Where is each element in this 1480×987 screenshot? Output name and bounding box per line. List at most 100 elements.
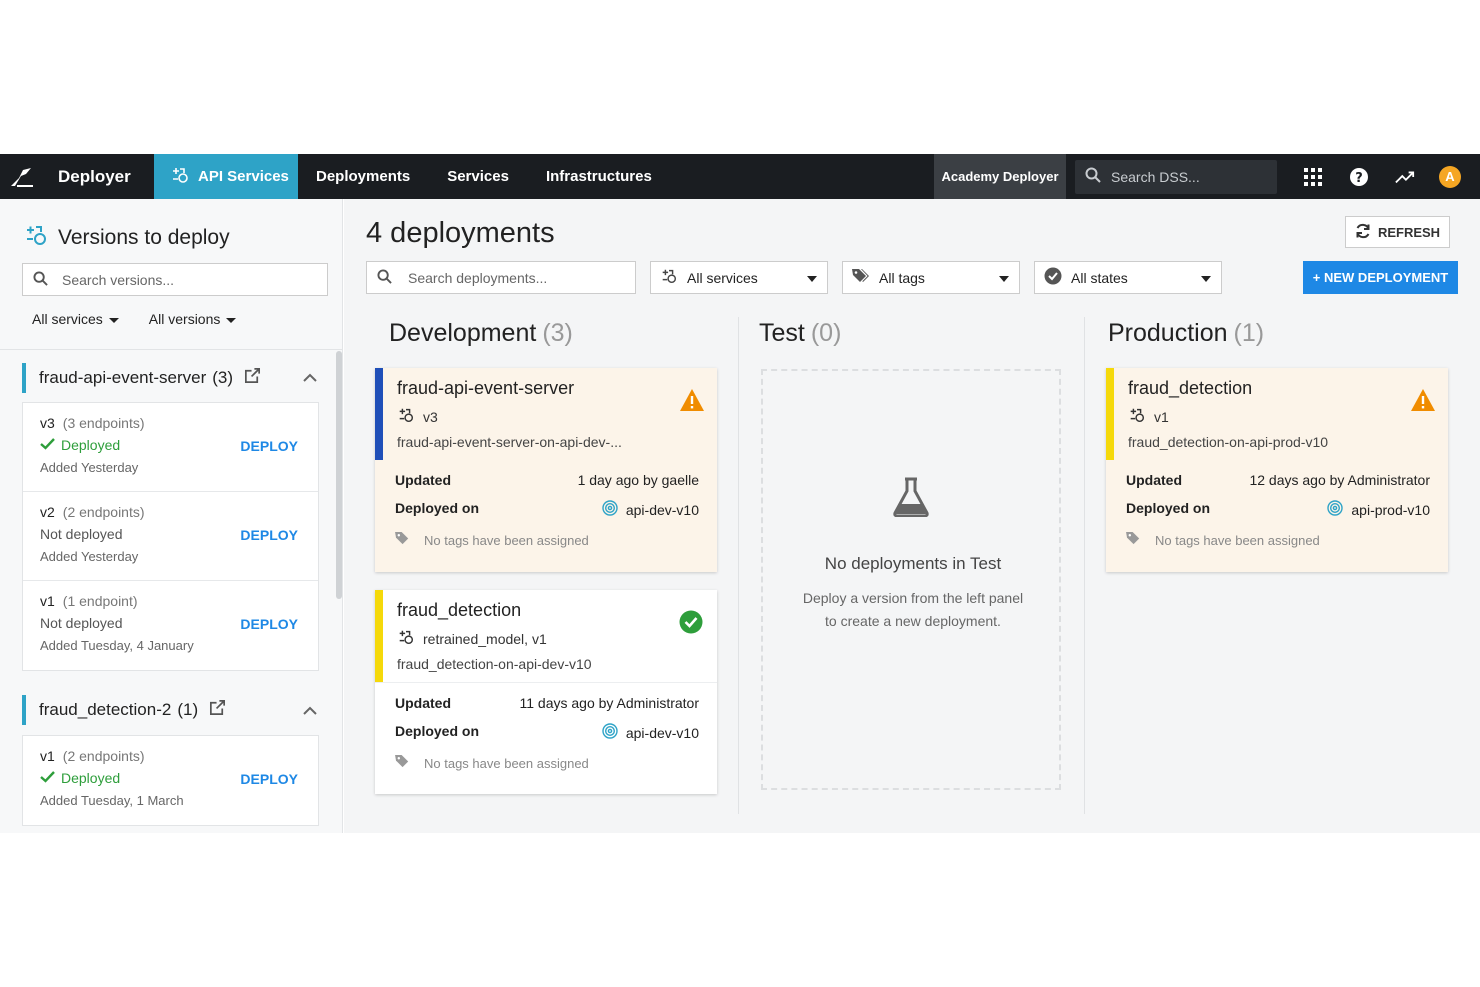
versions-panel-title: Versions to deploy — [24, 223, 230, 253]
search-versions-input[interactable]: Search versions... — [22, 263, 328, 296]
collapse-chevron-icon[interactable] — [303, 704, 317, 718]
versions-panel: Versions to deploy Search versions... Al… — [0, 199, 343, 833]
scrollbar[interactable] — [336, 351, 342, 599]
infrastructure-name[interactable]: api-dev-v10 — [626, 725, 699, 741]
check-circle-icon — [1044, 267, 1062, 288]
deploy-status: Not deployed — [40, 526, 123, 542]
version-item[interactable]: v2 (2 endpoints) Not deployed Added Yeste… — [23, 492, 318, 581]
endpoint-count: (3 endpoints) — [62, 415, 145, 431]
nav-services[interactable]: Services — [447, 168, 509, 185]
filter-all-services-dropdown[interactable]: All services — [32, 311, 119, 327]
deployment-name[interactable]: fraud_detection — [1128, 378, 1448, 399]
nav-infrastructures[interactable]: Infrastructures — [546, 168, 652, 185]
endpoint-count: (1 endpoint) — [62, 593, 138, 609]
search-deployments-input[interactable]: Search deployments... — [366, 261, 636, 294]
group-accent-bar — [22, 695, 26, 725]
deploy-status: Deployed — [61, 437, 121, 453]
service-version-count: (3) — [212, 368, 234, 387]
version-item[interactable]: v3 (3 endpoints) Deployed Added Yesterday… — [23, 403, 318, 492]
deploy-button[interactable]: DEPLOY — [240, 527, 298, 543]
deployment-name[interactable]: fraud_detection — [397, 600, 717, 621]
deployed-on-label: Deployed on — [1126, 500, 1211, 516]
external-link-icon[interactable] — [208, 698, 227, 722]
deployment-name[interactable]: fraud-api-event-server — [397, 378, 717, 399]
updated-label: Updated — [395, 472, 451, 488]
version-item[interactable]: v1 (2 endpoints) Deployed Added Tuesday, … — [23, 736, 318, 825]
service-group-header[interactable]: fraud_detection-2 (1) — [22, 695, 227, 725]
group-accent-bar — [22, 363, 26, 393]
deployment-id: fraud-api-event-server-on-api-dev-... — [397, 434, 622, 450]
deploy-button[interactable]: DEPLOY — [240, 438, 298, 454]
new-deployment-button[interactable]: + NEW DEPLOYMENT — [1303, 261, 1458, 294]
top-navbar: Deployer API Services Deployments Servic… — [0, 154, 1480, 199]
deployment-card[interactable]: fraud_detection v1 fraud_detection-on-ap… — [1106, 368, 1448, 572]
filter-tags-dropdown[interactable]: All tags — [842, 261, 1020, 294]
global-search[interactable]: Search DSS... — [1075, 159, 1277, 194]
apps-grid-icon[interactable] — [1303, 167, 1323, 187]
user-avatar[interactable]: A — [1439, 165, 1461, 188]
help-icon[interactable]: ? — [1349, 167, 1369, 187]
stage-stripe — [375, 590, 383, 682]
updated-label: Updated — [395, 695, 451, 711]
api-service-icon — [1128, 406, 1146, 427]
stage-stripe — [375, 368, 383, 460]
instance-name[interactable]: Academy Deployer — [934, 154, 1066, 199]
filter-states-dropdown[interactable]: All states — [1034, 261, 1222, 294]
api-service-icon — [397, 628, 415, 649]
column-divider — [1084, 317, 1085, 814]
infrastructure-name[interactable]: api-prod-v10 — [1351, 502, 1430, 518]
empty-subtitle-line: Deploy a version from the left panel — [802, 590, 1024, 606]
refresh-button[interactable]: REFRESH — [1345, 216, 1450, 248]
stage-count: (3) — [542, 319, 573, 347]
flask-icon — [893, 477, 929, 522]
api-service-icon — [170, 165, 190, 189]
versions-filters: All services All versions — [32, 311, 237, 327]
app-brand[interactable]: Deployer — [58, 167, 154, 187]
service-name: fraud_detection-2 — [39, 700, 172, 719]
chevron-down-icon — [226, 317, 237, 323]
check-icon — [40, 770, 55, 786]
search-icon — [33, 270, 48, 289]
empty-subtitle-line: to create a new deployment. — [825, 613, 1001, 629]
stage-count: (0) — [810, 319, 842, 347]
infrastructure-name[interactable]: api-dev-v10 — [626, 502, 699, 518]
stage-stripe — [1106, 368, 1114, 460]
external-link-icon[interactable] — [243, 366, 262, 390]
check-icon — [40, 437, 55, 453]
service-name: fraud-api-event-server — [39, 368, 207, 387]
deploy-status: Not deployed — [40, 615, 123, 631]
filter-services-dropdown[interactable]: All services — [650, 261, 828, 294]
version-list: v1 (2 endpoints) Deployed Added Tuesday, … — [22, 735, 319, 826]
chevron-down-icon — [108, 317, 119, 323]
nav-api-services[interactable]: API Services — [154, 154, 298, 199]
search-icon — [1085, 167, 1101, 186]
dataiku-logo[interactable] — [0, 154, 44, 199]
api-service-icon — [397, 406, 415, 427]
deployment-card[interactable]: fraud-api-event-server v3 fraud-api-even… — [375, 368, 717, 572]
version-number: v3 — [40, 415, 55, 431]
infrastructure-icon — [602, 723, 618, 742]
filter-all-versions-dropdown[interactable]: All versions — [149, 311, 237, 327]
version-number: v2 — [40, 504, 55, 520]
service-group-header[interactable]: fraud-api-event-server (3) — [22, 363, 262, 393]
updated-label: Updated — [1126, 472, 1182, 488]
added-date: Added Tuesday, 4 January — [40, 638, 194, 653]
warning-icon — [1410, 388, 1435, 412]
deployment-card[interactable]: fraud_detection retrained_model, v1 frau… — [375, 590, 717, 794]
tags-empty-text: No tags have been assigned — [1155, 532, 1320, 548]
nav-deployments[interactable]: Deployments — [316, 168, 410, 185]
chevron-down-icon — [1201, 276, 1211, 282]
updated-value: 12 days ago by Administrator — [1249, 472, 1430, 488]
filter-tags-label: All tags — [879, 269, 925, 286]
global-search-placeholder: Search DSS... — [1111, 168, 1200, 185]
collapse-chevron-icon[interactable] — [303, 371, 317, 385]
activity-trend-icon[interactable] — [1395, 167, 1415, 187]
deployment-id: fraud_detection-on-api-dev-v10 — [397, 656, 592, 672]
deploy-button[interactable]: DEPLOY — [240, 616, 298, 632]
deployment-version: v1 — [1154, 408, 1169, 425]
version-item[interactable]: v1 (1 endpoint) Not deployed Added Tuesda… — [23, 581, 318, 670]
page-title: 4 deployments — [366, 217, 555, 249]
deploy-button[interactable]: DEPLOY — [240, 771, 298, 787]
filter-states-label: All states — [1071, 269, 1128, 286]
test-empty-state: No deployments in Test Deploy a version … — [761, 369, 1061, 790]
